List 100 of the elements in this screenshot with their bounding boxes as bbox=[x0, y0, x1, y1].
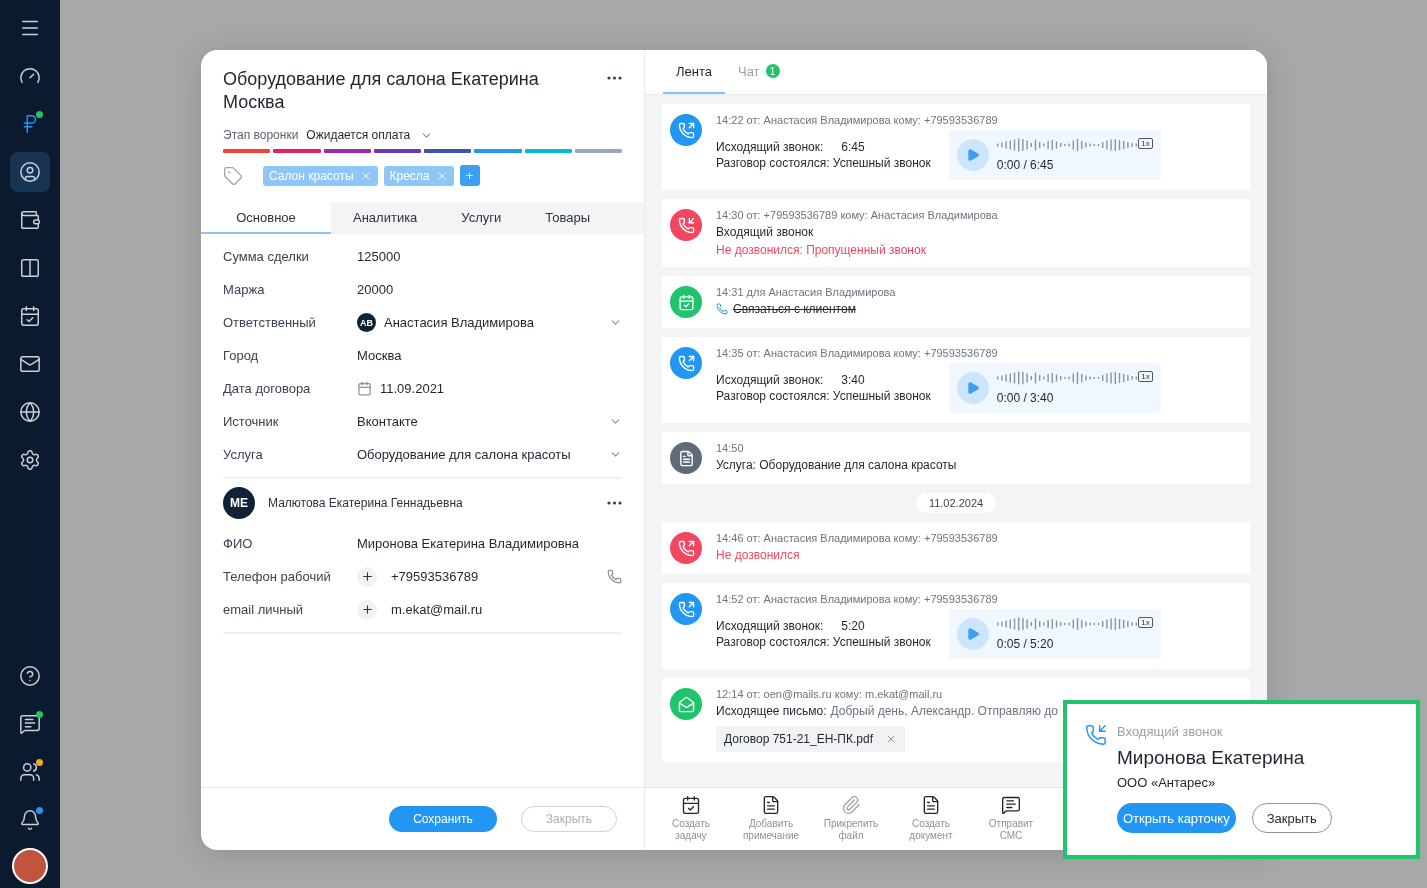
call-duration: 5:20 bbox=[841, 619, 865, 633]
call-status: Разговор состоялся: Успешный звонок bbox=[716, 389, 931, 403]
field-value: 11.09.2021 bbox=[380, 381, 446, 396]
feed-meta: 14:46 от: Анастасия Владимирова кому: +79593536789 bbox=[716, 532, 999, 544]
audio-time: 0:05 / 5:20 bbox=[996, 637, 1055, 651]
field-label: ФИО bbox=[223, 534, 254, 553]
stage-label: Этап воронки bbox=[223, 128, 299, 142]
action-button[interactable]: Добавить примечание bbox=[731, 788, 811, 850]
field-label: Сумма сделки bbox=[223, 247, 310, 266]
play-icon bbox=[965, 381, 980, 395]
field-value: m.ekat@mail.ru bbox=[391, 602, 484, 617]
popup-button[interactable]: Закрыть bbox=[1251, 803, 1332, 833]
phone-icon bbox=[1085, 724, 1107, 746]
add-button[interactable] bbox=[357, 599, 377, 620]
stage-segment[interactable] bbox=[373, 149, 421, 153]
columns-icon bbox=[19, 257, 41, 279]
action-button[interactable]: Создать документ bbox=[891, 788, 971, 850]
caller-name: Миронова Екатерина bbox=[1117, 747, 1306, 769]
note-text: Услуга: Оборудование для салона красоты bbox=[716, 458, 958, 472]
calendar-icon bbox=[19, 305, 41, 327]
field-label: Дата договора bbox=[223, 379, 312, 398]
field-label: Ответственный bbox=[223, 313, 317, 332]
call-type: Исходящий звонок: bbox=[716, 373, 824, 387]
play-button[interactable] bbox=[956, 618, 989, 650]
field-value: 125000 bbox=[357, 249, 402, 264]
add-tag-button[interactable]: + bbox=[459, 165, 480, 186]
field-label: Услуга bbox=[223, 445, 264, 464]
count-badge: 1 bbox=[765, 64, 780, 78]
feed-meta: 12:14 от: oen@mails.ru кому: m.ekat@mail.ru bbox=[716, 688, 944, 700]
globe-icon bbox=[19, 401, 41, 423]
stage-segment[interactable] bbox=[424, 149, 472, 153]
feed-meta: 14:52 от: Анастасия Владимирова кому: +79593536789 bbox=[716, 593, 999, 605]
speed-button[interactable]: 1x bbox=[1138, 371, 1153, 382]
mail-icon bbox=[19, 353, 41, 375]
field-value: +79593536789 bbox=[391, 569, 480, 584]
users-icon bbox=[19, 761, 41, 783]
phone-icon bbox=[716, 303, 728, 315]
field-label: Телефон рабочий bbox=[223, 567, 332, 586]
attachment-chip[interactable]: Договор 751-21_ЕН-ПК.pdf bbox=[716, 726, 905, 752]
tab[interactable]: Лента bbox=[663, 50, 725, 94]
document-icon bbox=[921, 795, 941, 815]
speed-button[interactable]: 1x bbox=[1138, 138, 1153, 149]
document-icon bbox=[761, 795, 781, 815]
tab[interactable]: Товары bbox=[523, 202, 613, 234]
tag-icon bbox=[223, 165, 243, 186]
plus-icon bbox=[360, 570, 374, 583]
tab[interactable]: Услуги bbox=[439, 202, 524, 234]
tag-chip[interactable]: Кресла bbox=[383, 165, 454, 186]
close-icon[interactable] bbox=[885, 733, 897, 745]
call-status: Разговор состоялся: Успешный звонок bbox=[716, 156, 931, 170]
field-value: Оборудование для салона красоты bbox=[357, 447, 572, 462]
help-icon bbox=[19, 665, 41, 687]
chat-icon bbox=[19, 713, 41, 735]
play-button[interactable] bbox=[956, 372, 989, 404]
play-button[interactable] bbox=[956, 139, 989, 171]
call-type: Исходящий звонок: bbox=[716, 140, 824, 154]
stage-select[interactable]: Ожидается оплата bbox=[306, 128, 434, 142]
field-value: Анастасия Владимирова bbox=[384, 315, 535, 330]
field-value: Москва bbox=[357, 348, 403, 363]
phone-icon[interactable] bbox=[607, 569, 622, 584]
call-status: Не дозвонился bbox=[716, 548, 801, 562]
popup-button[interactable]: Открыть карточку bbox=[1117, 803, 1236, 833]
calendar-icon bbox=[357, 381, 372, 396]
deal-title: Оборудование для салона Екатерина Москва bbox=[223, 68, 540, 114]
calendar-icon bbox=[681, 795, 701, 815]
message-icon bbox=[1001, 795, 1021, 815]
speed-button[interactable]: 1x bbox=[1138, 617, 1153, 628]
call-status: Не дозвонился: Пропущенный звонок bbox=[716, 243, 927, 257]
feed-meta: 14:30 от: +79593536789 кому: Анастасия Владимирова bbox=[716, 209, 999, 221]
user-icon bbox=[19, 161, 41, 183]
tab[interactable]: Чат 1 bbox=[725, 50, 793, 94]
paperclip-icon bbox=[841, 795, 861, 815]
user-avatar[interactable] bbox=[12, 848, 48, 884]
action-button[interactable]: Создать задачу bbox=[651, 788, 731, 850]
footer-button[interactable]: Сохранить bbox=[389, 806, 497, 832]
call-duration: 3:40 bbox=[841, 373, 865, 387]
field-value: 20000 bbox=[357, 282, 395, 297]
contact-name: Малютова Екатерина Геннадьевна bbox=[268, 496, 464, 510]
contact-avatar: МЕ bbox=[223, 487, 255, 519]
tag-chip[interactable]: Салон красоты bbox=[263, 165, 378, 186]
plus-icon bbox=[360, 603, 374, 616]
action-button[interactable]: Прикрепить файл bbox=[811, 788, 891, 850]
tab[interactable]: Основное bbox=[201, 202, 331, 234]
call-type: Исходящий звонок: bbox=[716, 619, 824, 633]
action-button[interactable]: Отправит СМС bbox=[971, 788, 1051, 850]
feed-meta: 14:22 от: Анастасия Владимирова кому: +79593536789 bbox=[716, 114, 999, 126]
play-icon bbox=[965, 148, 980, 162]
tab[interactable]: Аналитика bbox=[331, 202, 440, 234]
call-type: Входящий звонок bbox=[716, 225, 815, 239]
call-status: Разговор состоялся: Успешный звонок bbox=[716, 635, 931, 649]
audio-time: 0:00 / 3:40 bbox=[996, 391, 1055, 405]
settings-icon bbox=[19, 449, 41, 471]
feed-meta: 14:35 от: Анастасия Владимирова кому: +79593536789 bbox=[716, 347, 999, 359]
sidebar-button[interactable] bbox=[10, 152, 50, 192]
feed-meta: 14:50 bbox=[716, 442, 745, 454]
audio-time: 0:00 / 6:45 bbox=[996, 158, 1055, 172]
field-label: email личный bbox=[223, 600, 305, 619]
add-button[interactable] bbox=[357, 566, 377, 587]
feed-meta: 14:31 для Анастасия Владимирова bbox=[716, 286, 897, 298]
caller-company: ООО «Антарес» bbox=[1117, 775, 1217, 790]
